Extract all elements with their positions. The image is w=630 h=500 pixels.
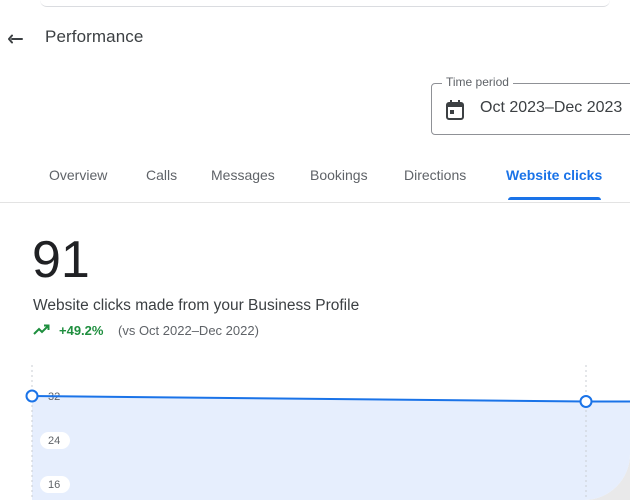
clicks-chart: 322416	[25, 365, 630, 500]
top-edge	[40, 0, 610, 7]
time-period-selector[interactable]: Time period Oct 2023–Dec 2023	[431, 75, 630, 135]
chart-data-point[interactable]	[25, 389, 39, 403]
tab-overview[interactable]: Overview	[49, 150, 107, 200]
back-arrow-icon[interactable]	[8, 32, 24, 46]
tab-website-clicks[interactable]: Website clicks	[506, 150, 602, 200]
trend-comparison: (vs Oct 2022–Dec 2022)	[118, 323, 259, 338]
metric-description: Website clicks made from your Business P…	[33, 297, 360, 314]
performance-card: Performance Time period Oct 2023–Dec 202…	[0, 0, 630, 500]
trending-up-icon	[33, 324, 50, 335]
tab-directions[interactable]: Directions	[404, 150, 466, 200]
chart-tick-label: 16	[48, 479, 60, 491]
calendar-icon	[446, 100, 464, 120]
chart-tick-label: 24	[48, 435, 60, 447]
metric-value: 91	[32, 231, 90, 289]
chart-area-fill	[32, 396, 630, 500]
tab-bookings[interactable]: Bookings	[310, 150, 368, 200]
time-period-label: Time period	[442, 75, 513, 89]
page-title: Performance	[45, 27, 144, 46]
chart-data-point[interactable]	[579, 395, 593, 408]
tab-messages[interactable]: Messages	[211, 150, 275, 200]
trend-percent: +49.2%	[59, 323, 104, 338]
metric-tabs: Overview Calls Messages Bookings Directi…	[0, 150, 630, 203]
active-tab-indicator	[508, 197, 601, 200]
time-period-value: Oct 2023–Dec 2023	[480, 99, 623, 116]
tab-calls[interactable]: Calls	[146, 150, 177, 200]
